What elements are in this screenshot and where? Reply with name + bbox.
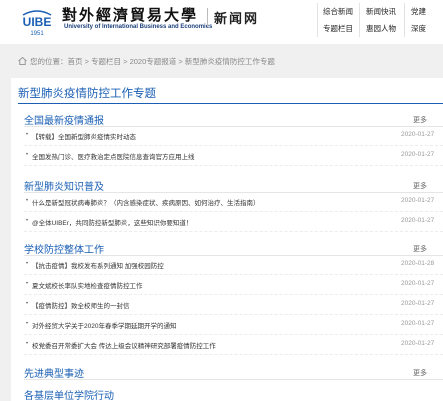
list-item[interactable]: • 【疫情防控】致全校师生的一封信 2020-01-27 <box>24 296 443 315</box>
bullet: • <box>26 132 29 138</box>
site-name[interactable]: 新闻网 <box>207 8 259 27</box>
more-link[interactable]: 更多 <box>413 368 427 378</box>
item-title[interactable]: 什么是新型冠状病毒肺炎？（内含感染症状、疾病原因、如何治疗、生活指南） <box>32 197 260 207</box>
list-item[interactable]: • 校党委召开常委扩大会 传达上级会议精神研究部署疫情防控工作 2020-01-… <box>24 336 443 355</box>
item-date: 2020-01-27 <box>401 197 435 204</box>
item-title[interactable]: 校党委召开常委扩大会 传达上级会议精神研究部署疫情防控工作 <box>32 340 216 350</box>
home-icon[interactable] <box>18 57 27 65</box>
nav-item-special-topics[interactable]: 专题栏目 <box>323 23 353 34</box>
nav-divider <box>359 3 360 37</box>
site-header: UIBE 1951 對外經濟貿易大學 University of Interna… <box>0 0 443 40</box>
header-strip <box>0 40 443 44</box>
bullet: • <box>26 152 29 158</box>
topic-panel: 新型肺炎疫情防控工作专题 全国最新疫情通报 更多 • 【转载】全国新型肺炎疫情实… <box>11 78 443 401</box>
bullet: • <box>26 281 29 287</box>
section-divider <box>24 379 443 380</box>
breadcrumb: 您的位置：首页 > 专题栏目 > 2020专题报道 > 新型肺炎疫情防控工作专题 <box>18 56 275 67</box>
item-title[interactable]: 【转载】全国新型肺炎疫情实时动态 <box>32 131 136 141</box>
section-title-campus-prevention[interactable]: 学校防控整体工作 <box>24 241 104 256</box>
list-item[interactable]: • 【抗击疫情】我校发布系列通知 加强校园防控 2020-01-28 <box>24 256 443 275</box>
nav-item-depth[interactable]: 深度 <box>411 23 426 34</box>
list-item[interactable]: • 全国发热门诊、医疗救治定点医院信息查询官方应用上线 2020-01-27 <box>24 147 443 166</box>
item-date: 2020-01-27 <box>401 340 435 347</box>
item-date: 2020-01-28 <box>401 260 435 267</box>
item-date: 2020-01-27 <box>401 217 435 224</box>
nav-item-party[interactable]: 党建 <box>411 6 426 17</box>
nav-item-news-flash[interactable]: 新闻快讯 <box>366 6 396 17</box>
list-item[interactable]: • 【转载】全国新型肺炎疫情实时动态 2020-01-27 <box>24 127 443 146</box>
item-date: 2020-01-27 <box>401 280 435 287</box>
section-title-exemplary-deeds[interactable]: 先进典型事迹 <box>24 365 84 380</box>
bullet: • <box>26 321 29 327</box>
item-title[interactable]: 【疫情防控】致全校师生的一封信 <box>32 300 130 310</box>
bullet: • <box>26 218 29 224</box>
list-item[interactable]: • 对外经贸大学关于2020年春季学期延期开学的通知 2020-01-27 <box>24 316 443 335</box>
more-link[interactable]: 更多 <box>413 244 427 254</box>
bullet: • <box>26 198 29 204</box>
bullet: • <box>26 341 29 347</box>
section-title-unit-actions[interactable]: 各基层单位学院行动 <box>24 387 114 401</box>
svg-text:UIBE: UIBE <box>23 15 52 29</box>
nav-item-people[interactable]: 惠园人物 <box>366 23 396 34</box>
section-title-knowledge[interactable]: 新型肺炎知识普及 <box>24 178 104 193</box>
item-date: 2020-01-27 <box>401 300 435 307</box>
university-seal-logo[interactable]: UIBE 1951 <box>18 5 56 37</box>
more-link[interactable]: 更多 <box>413 181 427 191</box>
nav-divider <box>404 3 405 37</box>
brand-name-cn: 對外經濟貿易大學 <box>62 6 199 24</box>
title-divider <box>18 103 443 104</box>
list-item[interactable]: • 夏文斌校长率队实地检查疫情防控工作 2020-01-27 <box>24 276 443 295</box>
item-title[interactable]: @全体UIBEr，共同防控新型肺炎，这些知识你要知道！ <box>32 217 192 227</box>
nav-item-general-news[interactable]: 综合新闻 <box>323 6 353 17</box>
section-title-national-updates[interactable]: 全国最新疫情通报 <box>24 112 104 127</box>
more-link[interactable]: 更多 <box>413 115 427 125</box>
bullet: • <box>26 261 29 267</box>
item-title[interactable]: 夏文斌校长率队实地检查疫情防控工作 <box>32 280 143 290</box>
item-date: 2020-01-27 <box>401 320 435 327</box>
item-date: 2020-01-27 <box>401 131 435 138</box>
item-title[interactable]: 对外经贸大学关于2020年春季学期延期开学的通知 <box>32 320 176 330</box>
list-item[interactable]: • @全体UIBEr，共同防控新型肺炎，这些知识你要知道！ 2020-01-27 <box>24 213 443 232</box>
bullet: • <box>26 301 29 307</box>
brand-name-en: University of International Business and… <box>64 24 213 30</box>
seal-year: 1951 <box>30 31 44 37</box>
nav-divider <box>317 3 318 37</box>
item-title[interactable]: 【抗击疫情】我校发布系列通知 加强校园防控 <box>32 260 164 270</box>
page-title: 新型肺炎疫情防控工作专题 <box>18 88 156 100</box>
top-nav: 综合新闻 新闻快讯 党建 专题栏目 惠园人物 深度 <box>317 0 443 40</box>
breadcrumb-text[interactable]: 您的位置：首页 > 专题栏目 > 2020专题报道 > 新型肺炎疫情防控工作专题 <box>30 57 275 66</box>
item-date: 2020-01-27 <box>401 151 435 158</box>
item-title[interactable]: 全国发热门诊、医疗救治定点医院信息查询官方应用上线 <box>32 151 195 161</box>
list-item[interactable]: • 什么是新型冠状病毒肺炎？（内含感染症状、疾病原因、如何治疗、生活指南） 20… <box>24 193 443 212</box>
